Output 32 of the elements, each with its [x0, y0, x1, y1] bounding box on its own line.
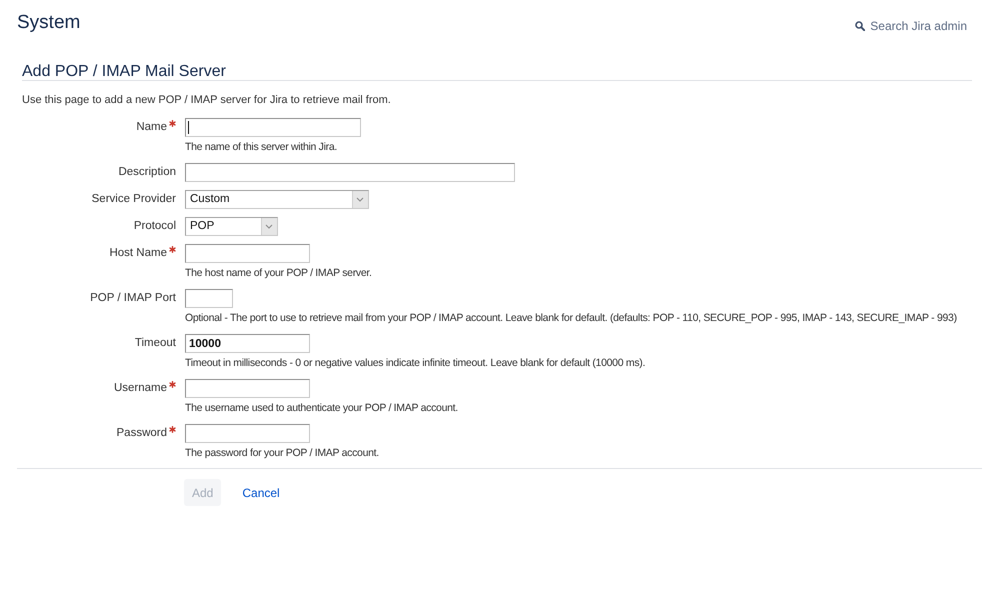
field-hint: Optional - The port to use to retrieve mail from your POP / IMAP account. Leave blank for default. (defaults: POP - 110, SECURE_POP - 995, IMAP - 143, SECURE_IMAP - 993) [185, 311, 957, 326]
chevron-down-icon [261, 218, 277, 235]
field-label: Protocol [134, 219, 176, 234]
field-label: Service Provider [92, 192, 176, 207]
input-field[interactable] [185, 424, 310, 443]
input-field[interactable]: 10000 [185, 334, 310, 353]
field-hint: The password for your POP / IMAP account. [185, 446, 379, 461]
input-field[interactable] [185, 244, 310, 263]
field-label: Description [118, 165, 176, 180]
chevron-down-icon [352, 191, 368, 208]
field-hint: The name of this server within Jira. [185, 140, 338, 155]
field-label: Timeout [134, 336, 176, 351]
field-hint: The host name of your POP / IMAP server. [185, 266, 372, 281]
input-field[interactable] [185, 379, 310, 398]
field-label: Username [114, 381, 167, 396]
field-hint: The username used to authenticate your POP / IMAP account. [185, 401, 458, 416]
cancel-link[interactable]: Cancel [242, 484, 280, 500]
input-field[interactable] [185, 289, 233, 308]
field-label: POP / IMAP Port [90, 291, 176, 306]
input-field[interactable] [185, 118, 361, 137]
input-field[interactable] [185, 163, 515, 182]
dropdown[interactable]: Custom [185, 190, 369, 209]
search-link[interactable]: Search Jira admin [855, 18, 967, 34]
section-heading: Add POP / IMAP Mail Server [22, 64, 226, 80]
field-hint: Timeout in milliseconds - 0 or negative values indicate infinite timeout. Leave blank for default (10000 ms). [185, 356, 646, 371]
field-label: Password [116, 426, 167, 441]
field-label: Name [136, 120, 167, 135]
dropdown[interactable]: POP [185, 217, 278, 236]
page-title: System [17, 11, 80, 35]
search-icon [855, 20, 866, 30]
field-label: Host Name [109, 246, 167, 261]
intro-text: Use this page to add a new POP / IMAP server for Jira to retrieve mail from. [22, 93, 391, 108]
